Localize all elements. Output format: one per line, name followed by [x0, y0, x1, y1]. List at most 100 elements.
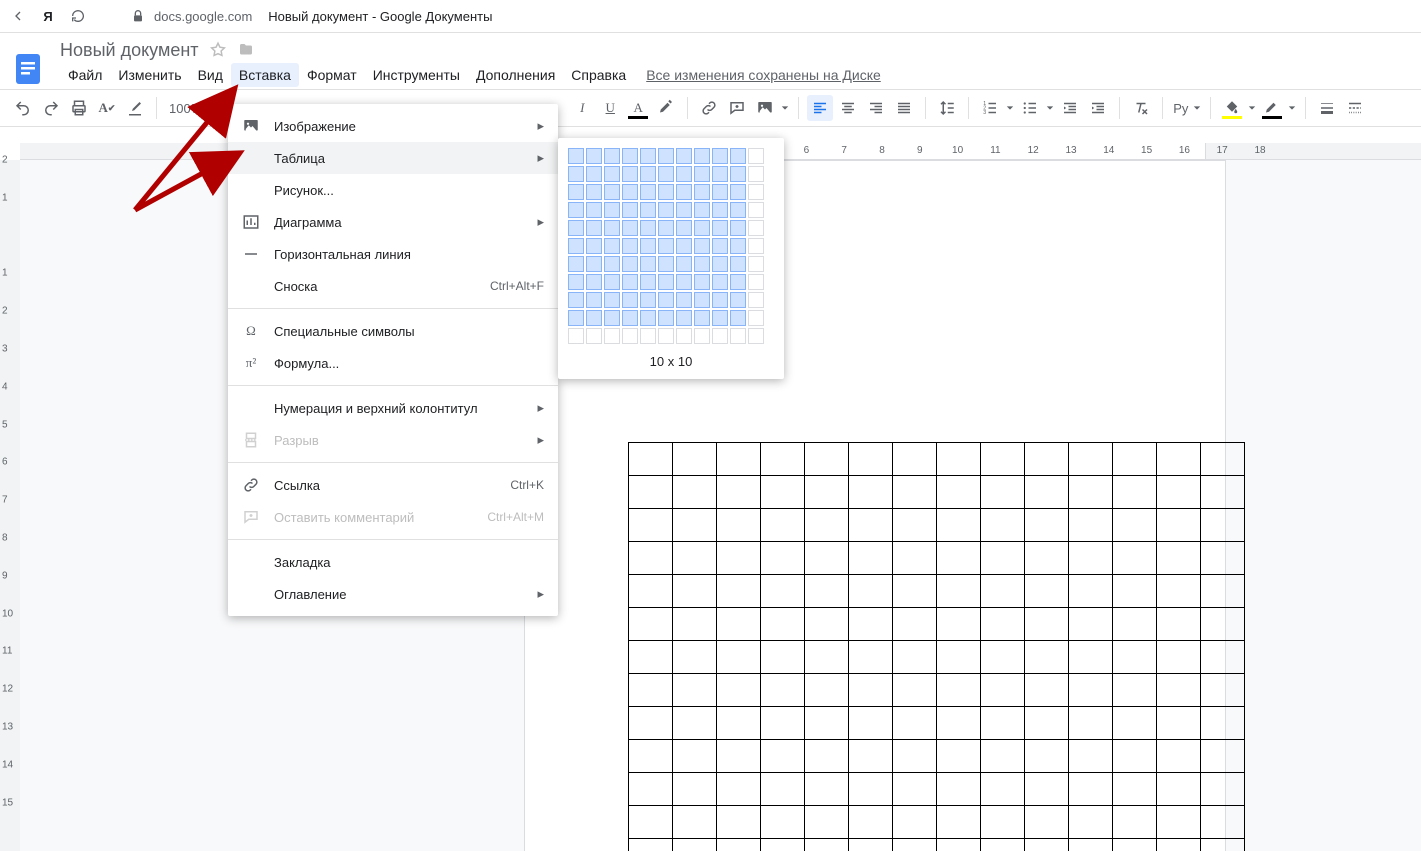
table-size-picker[interactable]: 10 x 10	[558, 138, 784, 379]
table-picker-cell[interactable]	[730, 148, 746, 164]
table-picker-cell[interactable]	[640, 148, 656, 164]
menu-item-image[interactable]: Изображение ▸	[228, 110, 558, 142]
table-picker-cell[interactable]	[604, 292, 620, 308]
table-picker-cell[interactable]	[640, 202, 656, 218]
border-style-button[interactable]	[1342, 95, 1368, 121]
vertical-ruler[interactable]: 21123456789101112131415	[0, 160, 21, 851]
table-picker-cell[interactable]	[604, 328, 620, 344]
table-picker-cell[interactable]	[730, 292, 746, 308]
table-picker-cell[interactable]	[640, 184, 656, 200]
insert-image-button[interactable]	[752, 95, 778, 121]
table-picker-cell[interactable]	[694, 274, 710, 290]
table-picker-cell[interactable]	[568, 220, 584, 236]
table-picker-cell[interactable]	[568, 310, 584, 326]
table-picker-cell[interactable]	[568, 274, 584, 290]
menu-вставка[interactable]: Вставка	[231, 63, 299, 87]
menu-item-chart[interactable]: Диаграмма ▸	[228, 206, 558, 238]
table-picker-cell[interactable]	[568, 202, 584, 218]
table-picker-cell[interactable]	[676, 166, 692, 182]
table-picker-cell[interactable]	[658, 184, 674, 200]
table-picker-cell[interactable]	[712, 148, 728, 164]
table-picker-cell[interactable]	[604, 238, 620, 254]
table-picker-cell[interactable]	[586, 184, 602, 200]
zoom-select[interactable]: 100%	[165, 101, 220, 116]
undo-button[interactable]	[10, 95, 36, 121]
insert-comment-button[interactable]	[724, 95, 750, 121]
table-picker-cell[interactable]	[640, 256, 656, 272]
table-picker-cell[interactable]	[712, 238, 728, 254]
table-picker-cell[interactable]	[712, 220, 728, 236]
table-picker-cell[interactable]	[586, 148, 602, 164]
table-picker-cell[interactable]	[622, 148, 638, 164]
table-picker-cell[interactable]	[658, 148, 674, 164]
table-picker-cell[interactable]	[568, 148, 584, 164]
reload-icon[interactable]	[70, 8, 86, 24]
table-picker-cell[interactable]	[622, 238, 638, 254]
saved-status[interactable]: Все изменения сохранены на Диске	[646, 67, 881, 83]
table-picker-cell[interactable]	[694, 202, 710, 218]
align-justify-button[interactable]	[891, 95, 917, 121]
table-picker-cell[interactable]	[676, 202, 692, 218]
menu-справка[interactable]: Справка	[563, 63, 634, 87]
table-picker-cell[interactable]	[586, 256, 602, 272]
table-picker-cell[interactable]	[676, 238, 692, 254]
table-picker-cell[interactable]	[694, 184, 710, 200]
clear-formatting-button[interactable]	[1128, 95, 1154, 121]
menu-item-link[interactable]: Ссылка Ctrl+K	[228, 469, 558, 501]
table-picker-cell[interactable]	[712, 310, 728, 326]
table-picker-cell[interactable]	[658, 220, 674, 236]
line-spacing-button[interactable]	[934, 95, 960, 121]
menu-формат[interactable]: Формат	[299, 63, 365, 87]
table-picker-cell[interactable]	[586, 202, 602, 218]
table-picker-cell[interactable]	[640, 310, 656, 326]
table-picker-cell[interactable]	[586, 220, 602, 236]
table-picker-cell[interactable]	[676, 256, 692, 272]
table-picker-cell[interactable]	[622, 310, 638, 326]
border-color-button[interactable]	[1259, 95, 1285, 121]
table-picker-cell[interactable]	[694, 328, 710, 344]
menu-item-horizontal-line[interactable]: Горизонтальная линия	[228, 238, 558, 270]
table-picker-cell[interactable]	[622, 256, 638, 272]
insert-link-button[interactable]	[696, 95, 722, 121]
table-picker-cell[interactable]	[658, 328, 674, 344]
table-picker-cell[interactable]	[730, 166, 746, 182]
table-picker-cell[interactable]	[604, 256, 620, 272]
table-picker-cell[interactable]	[658, 238, 674, 254]
table-picker-cell[interactable]	[730, 328, 746, 344]
table-picker-cell[interactable]	[676, 220, 692, 236]
decrease-indent-button[interactable]	[1057, 95, 1083, 121]
table-picker-cell[interactable]	[712, 256, 728, 272]
table-picker-cell[interactable]	[748, 274, 764, 290]
table-picker-cell[interactable]	[676, 148, 692, 164]
paint-format-button[interactable]	[122, 95, 148, 121]
menu-item-bookmark[interactable]: Закладка	[228, 546, 558, 578]
table-picker-cell[interactable]	[748, 148, 764, 164]
table-picker-cell[interactable]	[622, 292, 638, 308]
menu-item-special-chars[interactable]: Ω Специальные символы	[228, 315, 558, 347]
table-picker-cell[interactable]	[640, 238, 656, 254]
table-picker-cell[interactable]	[748, 328, 764, 344]
table-picker-cell[interactable]	[712, 202, 728, 218]
table-picker-cell[interactable]	[622, 220, 638, 236]
menu-изменить[interactable]: Изменить	[110, 63, 189, 87]
table-picker-cell[interactable]	[748, 184, 764, 200]
table-picker-cell[interactable]	[748, 292, 764, 308]
print-button[interactable]	[66, 95, 92, 121]
table-picker-cell[interactable]	[694, 256, 710, 272]
table-picker-cell[interactable]	[658, 274, 674, 290]
bulleted-list-button[interactable]	[1017, 95, 1043, 121]
chevron-down-icon[interactable]	[1247, 104, 1257, 112]
table-picker-cell[interactable]	[748, 238, 764, 254]
table-picker-cell[interactable]	[586, 292, 602, 308]
table-picker-cell[interactable]	[604, 220, 620, 236]
table-picker-cell[interactable]	[658, 310, 674, 326]
menu-item-equation[interactable]: π² Формула...	[228, 347, 558, 379]
move-folder-icon[interactable]	[237, 41, 255, 59]
table-picker-cell[interactable]	[748, 310, 764, 326]
table-picker-cell[interactable]	[586, 166, 602, 182]
table-picker-cell[interactable]	[712, 292, 728, 308]
table-picker-cell[interactable]	[604, 166, 620, 182]
table-picker-cell[interactable]	[694, 166, 710, 182]
table-picker-cell[interactable]	[586, 274, 602, 290]
table-picker-cell[interactable]	[694, 310, 710, 326]
